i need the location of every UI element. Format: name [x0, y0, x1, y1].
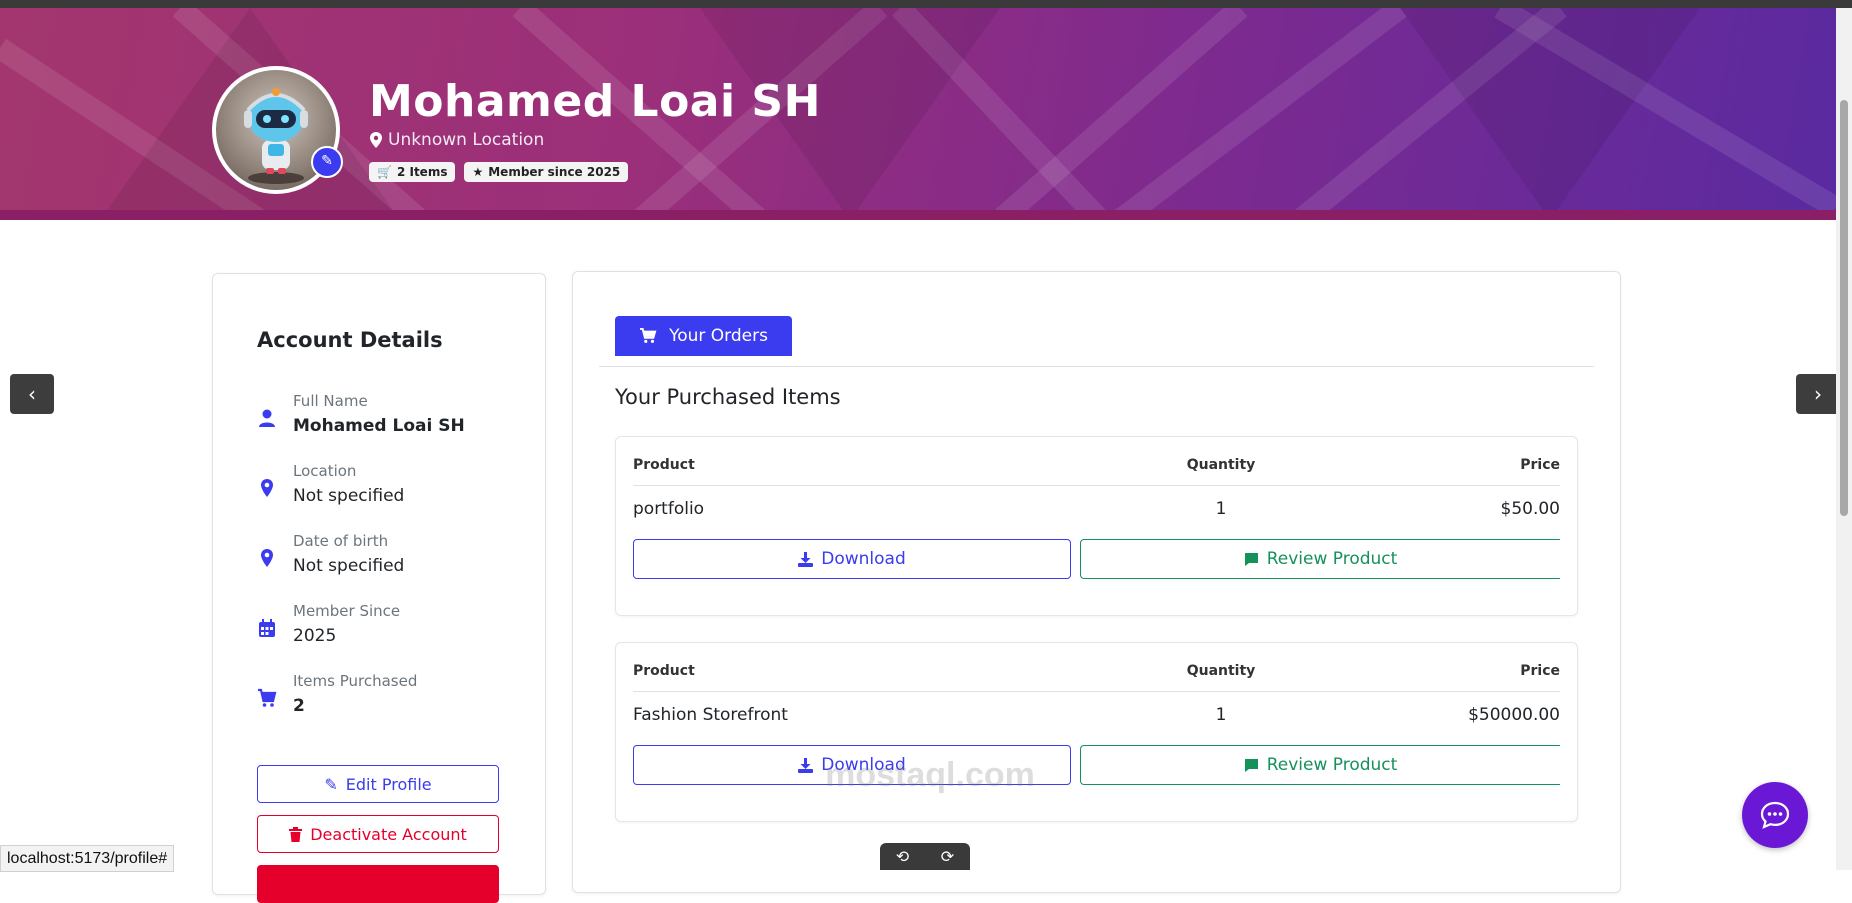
- detail-label: Location: [293, 462, 357, 480]
- map-pin-icon: [370, 132, 382, 148]
- review-product-label: Review Product: [1266, 549, 1398, 569]
- star-icon: ★: [472, 165, 484, 179]
- rotate-left-icon[interactable]: ⟲: [896, 847, 909, 866]
- download-label: Download: [821, 755, 906, 775]
- avatar-edit-icon[interactable]: ✎: [311, 146, 343, 178]
- edit-profile-label: Edit Profile: [345, 774, 432, 794]
- logout-button[interactable]: [257, 865, 499, 903]
- detail-value: Not specified: [293, 486, 405, 506]
- download-button[interactable]: Download: [633, 745, 1071, 785]
- next-arrow-button[interactable]: ›: [1796, 374, 1840, 414]
- product-name: Fashion Storefront: [633, 705, 788, 725]
- product-price: $50.00: [1500, 499, 1560, 519]
- detail-label: Full Name: [293, 392, 368, 410]
- profile-name: Mohamed Loai SH: [369, 76, 821, 127]
- browser-status-url: localhost:5173/profile#: [0, 845, 175, 872]
- member-badge-text: Member since 2025: [488, 165, 621, 179]
- detail-value: Not specified: [293, 556, 405, 576]
- header-divider: [633, 691, 1560, 692]
- map-pin-icon: [261, 479, 273, 497]
- account-details-card: Account Details Full Name Mohamed Loai S…: [212, 273, 546, 903]
- edit-icon: ✎: [324, 774, 338, 794]
- cart-icon: [258, 688, 277, 707]
- detail-label: Date of birth: [293, 532, 389, 550]
- product-name: portfolio: [633, 499, 705, 519]
- detail-value: 2025: [293, 626, 337, 646]
- avatar[interactable]: ✎: [212, 66, 343, 194]
- cart-icon: [640, 328, 657, 343]
- download-icon: [798, 757, 814, 773]
- member-badge: ★ Member since 2025: [464, 162, 629, 182]
- product-quantity: 1: [1215, 499, 1227, 519]
- comment-icon: [1244, 552, 1258, 566]
- browser-top-bar: [0, 0, 1852, 8]
- cart-icon: 🛒: [377, 165, 392, 179]
- column-header-quantity: Quantity: [1186, 663, 1256, 679]
- column-header-price: Price: [1520, 663, 1560, 679]
- download-icon: [798, 551, 814, 567]
- download-label: Download: [821, 549, 906, 569]
- order-item: Product Quantity Price Fashion Storefron…: [615, 642, 1578, 822]
- detail-label: Items Purchased: [293, 672, 418, 690]
- comment-icon: [1244, 758, 1258, 772]
- detail-label: Member Since: [293, 602, 401, 620]
- chat-bubble-icon: [1760, 801, 1790, 829]
- review-product-button[interactable]: Review Product: [1080, 745, 1560, 785]
- scrollbar-thumb[interactable]: [1840, 100, 1848, 516]
- review-product-button[interactable]: Review Product: [1080, 539, 1560, 579]
- column-header-quantity: Quantity: [1186, 457, 1256, 473]
- tab-divider: [599, 366, 1594, 367]
- deactivate-account-button[interactable]: Deactivate Account: [257, 815, 499, 853]
- deactivate-account-label: Deactivate Account: [310, 824, 467, 844]
- purchased-items-title: Your Purchased Items: [615, 385, 841, 409]
- detail-value: Mohamed Loai SH: [293, 416, 465, 436]
- column-header-product: Product: [633, 663, 695, 679]
- rotate-right-icon[interactable]: ⟳: [941, 847, 954, 866]
- previous-arrow-button[interactable]: ‹: [10, 374, 54, 414]
- orders-card: Your Orders Your Purchased Items Product…: [572, 271, 1621, 893]
- items-badge-text: 2 Items: [396, 165, 448, 179]
- hero-bottom-strip: [0, 210, 1836, 220]
- tab-your-orders[interactable]: Your Orders: [615, 316, 792, 356]
- items-badge: 🛒 2 Items: [369, 162, 456, 182]
- profile-location: Unknown Location: [370, 130, 544, 150]
- profile-badges: 🛒 2 Items ★ Member since 2025: [369, 162, 629, 182]
- image-viewer-controls: ⟲ ⟳: [880, 843, 970, 870]
- product-quantity: 1: [1215, 705, 1227, 725]
- profile-location-text: Unknown Location: [388, 130, 545, 150]
- person-icon: [259, 409, 275, 427]
- chat-button[interactable]: [1742, 782, 1808, 848]
- column-header-price: Price: [1520, 457, 1560, 473]
- edit-profile-button[interactable]: ✎ Edit Profile: [257, 765, 499, 803]
- column-header-product: Product: [633, 457, 695, 473]
- detail-value: 2: [293, 696, 305, 716]
- account-details-title: Account Details: [257, 328, 443, 352]
- header-divider: [633, 485, 1560, 486]
- review-product-label: Review Product: [1266, 755, 1398, 775]
- calendar-icon: [259, 619, 275, 637]
- order-item: Product Quantity Price portfolio 1 $50.0…: [615, 436, 1578, 616]
- trash-icon: [289, 826, 303, 842]
- map-pin-icon: [261, 549, 273, 567]
- tab-your-orders-label: Your Orders: [669, 326, 768, 346]
- product-price: $50000.00: [1468, 705, 1560, 725]
- download-button[interactable]: Download: [633, 539, 1071, 579]
